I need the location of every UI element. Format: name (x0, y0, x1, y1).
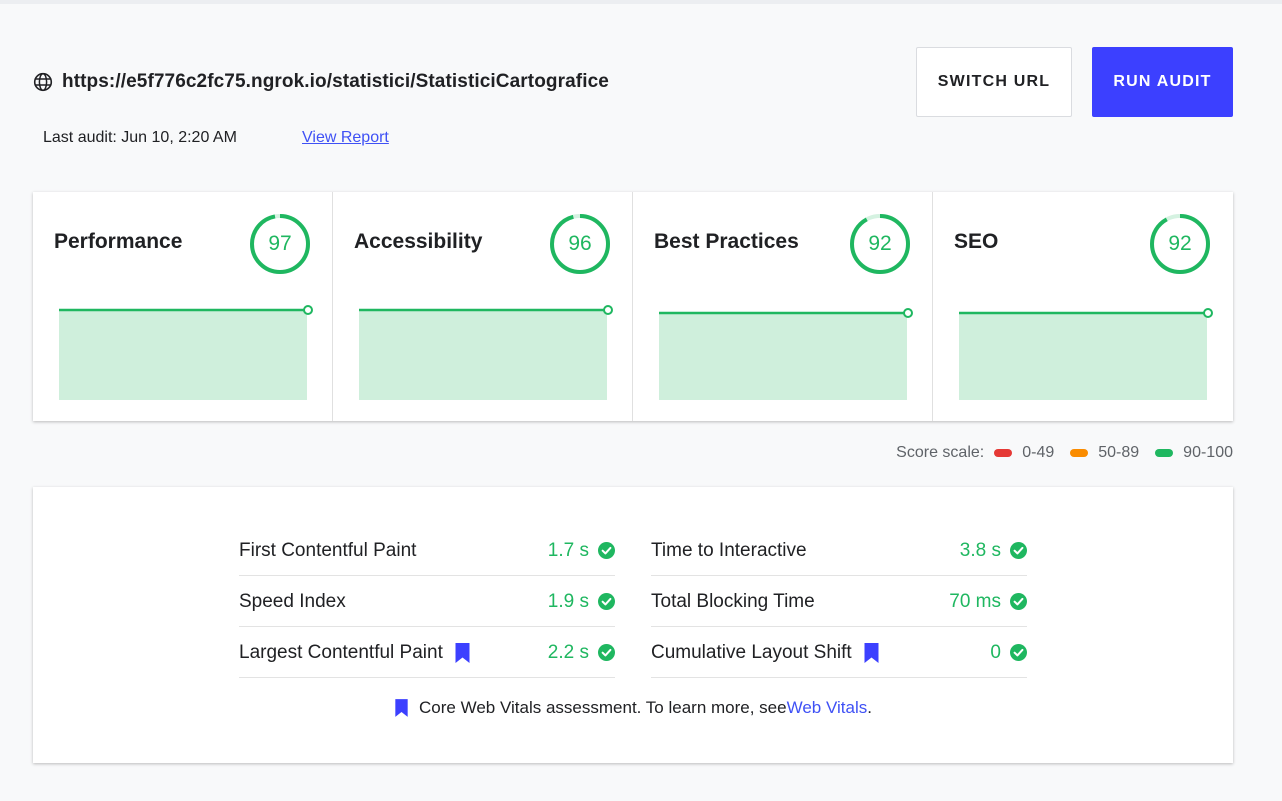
score-gauge: 92 (1149, 213, 1211, 275)
score-card-title: SEO (954, 230, 999, 253)
bookmark-icon (394, 698, 409, 718)
trend-area (959, 313, 1207, 400)
score-trend-chart (659, 308, 913, 400)
metric-row: Cumulative Layout Shift 0 (651, 628, 1027, 678)
view-report-link[interactable]: View Report (302, 129, 389, 147)
score-card-title: Best Practices (654, 230, 799, 253)
url-text: https://e5f776c2fc75.ngrok.io/statistici… (62, 71, 609, 92)
score-trend-chart (359, 305, 613, 400)
web-vitals-link[interactable]: Web Vitals (787, 698, 868, 718)
good-range-swatch (1155, 449, 1174, 457)
score-scale-label: Score scale: (896, 444, 985, 461)
score-card-performance[interactable]: Performance 97 (33, 192, 333, 421)
good-range-label: 90-100 (1183, 444, 1233, 461)
bookmark-icon (863, 642, 880, 664)
metric-value: 3.8 s (959, 539, 1001, 561)
metrics-column-right: Time to Interactive 3.8 s Total Blocking… (651, 526, 1027, 679)
footnote-end: . (867, 698, 872, 717)
metric-value: 2.2 s (547, 641, 589, 663)
score-scale-legend: Score scale: 0-49 50-89 90-100 (896, 444, 1233, 462)
score-gauge: 96 (549, 213, 611, 275)
footnote-text: Core Web Vitals assessment. To learn mor… (419, 698, 787, 717)
trend-point (1203, 308, 1213, 318)
metric-name: First Contentful Paint (239, 539, 417, 561)
score-value: 96 (568, 232, 592, 255)
score-value: 97 (268, 232, 292, 255)
score-card-title: Performance (54, 230, 183, 253)
poor-range-swatch (994, 449, 1013, 457)
bookmark-icon (454, 642, 471, 664)
audited-url: https://e5f776c2fc75.ngrok.io/statistici… (33, 70, 609, 94)
switch-url-button[interactable]: SWITCH URL (916, 47, 1072, 117)
metric-value: 70 ms (949, 590, 1001, 612)
score-gauge: 97 (249, 213, 311, 275)
average-range-swatch (1070, 449, 1089, 457)
metric-value: 1.7 s (547, 539, 589, 561)
score-trend-chart (59, 305, 313, 400)
top-divider (0, 0, 1282, 4)
score-gauge: 92 (849, 213, 911, 275)
metric-row: Total Blocking Time 70 ms (651, 577, 1027, 627)
check-circle-icon (1010, 644, 1027, 661)
trend-area (359, 310, 607, 400)
poor-range-label: 0-49 (1022, 444, 1055, 461)
score-cards: Performance 97 Accessibility 96 Best Pra… (33, 192, 1233, 421)
check-circle-icon (598, 593, 615, 610)
trend-point (903, 308, 913, 318)
trend-area (59, 310, 307, 400)
metrics-panel: First Contentful Paint 1.7 s Speed Index… (33, 487, 1233, 763)
score-value: 92 (1168, 232, 1192, 255)
globe-icon (33, 72, 53, 92)
metric-name: Time to Interactive (651, 539, 807, 561)
trend-point (303, 305, 313, 315)
score-card-accessibility[interactable]: Accessibility 96 (333, 192, 633, 421)
metric-row: Speed Index 1.9 s (239, 577, 615, 627)
metric-name: Speed Index (239, 590, 346, 612)
trend-point (603, 305, 613, 315)
check-circle-icon (598, 542, 615, 559)
score-trend-chart (959, 308, 1213, 400)
score-card-best-practices[interactable]: Best Practices 92 (633, 192, 933, 421)
metric-name: Largest Contentful Paint (239, 642, 471, 664)
metric-name: Total Blocking Time (651, 590, 815, 612)
run-audit-button[interactable]: RUN AUDIT (1092, 47, 1233, 117)
metrics-column-left: First Contentful Paint 1.7 s Speed Index… (239, 526, 615, 679)
score-value: 92 (868, 232, 892, 255)
metric-row: First Contentful Paint 1.7 s (239, 526, 615, 576)
metric-name: Cumulative Layout Shift (651, 642, 880, 664)
last-audit-text: Last audit: Jun 10, 2:20 AM (43, 129, 237, 146)
trend-area (659, 313, 907, 400)
check-circle-icon (598, 644, 615, 661)
check-circle-icon (1010, 542, 1027, 559)
metric-row: Largest Contentful Paint 2.2 s (239, 628, 615, 678)
score-card-seo[interactable]: SEO 92 (933, 192, 1233, 421)
check-circle-icon (1010, 593, 1027, 610)
average-range-label: 50-89 (1098, 444, 1140, 461)
score-card-title: Accessibility (354, 230, 483, 253)
core-web-vitals-note: Core Web Vitals assessment. To learn mor… (33, 698, 1233, 718)
metric-value: 0 (990, 641, 1001, 663)
metric-row: Time to Interactive 3.8 s (651, 526, 1027, 576)
metric-value: 1.9 s (547, 590, 589, 612)
